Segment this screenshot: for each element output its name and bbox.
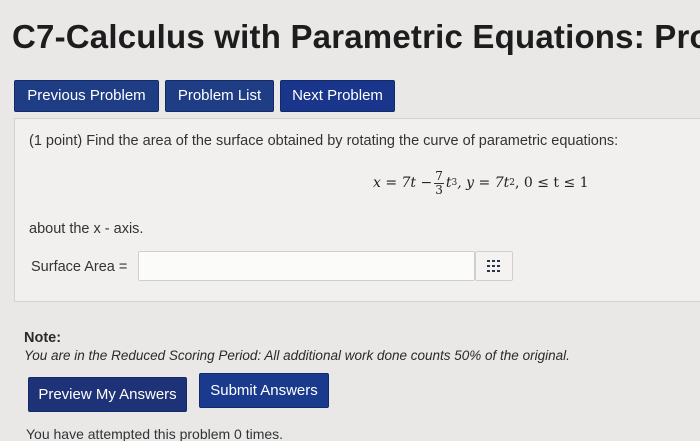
previous-problem-button[interactable]: Previous Problem xyxy=(14,80,159,112)
note-heading: Note: xyxy=(24,330,62,346)
next-problem-button[interactable]: Next Problem xyxy=(280,80,395,112)
fraction-denominator: 3 xyxy=(435,182,443,197)
page-title: C7-Calculus with Parametric Equations: P… xyxy=(12,18,700,55)
preview-answers-button[interactable]: Preview My Answers xyxy=(28,377,187,412)
problem-prompt: (1 point) Find the area of the surface o… xyxy=(29,133,619,149)
submit-answers-button[interactable]: Submit Answers xyxy=(199,373,329,408)
equation-fraction: 7 3 xyxy=(434,168,444,197)
note-body: You are in the Reduced Scoring Period: A… xyxy=(24,348,570,363)
surface-area-input[interactable] xyxy=(138,251,475,281)
equation-range: , 0 ≤ t ≤ 1 xyxy=(514,175,589,191)
problem-navigation: Previous Problem Problem List Next Probl… xyxy=(14,80,395,112)
surface-area-label: Surface Area = xyxy=(31,259,128,275)
problem-list-button[interactable]: Problem List xyxy=(165,80,274,112)
parametric-equation: x = 7t − 7 3 t3 , y = 7t 2 , 0 ≤ t ≤ 1 xyxy=(373,163,589,203)
fraction-numerator: 7 xyxy=(434,168,444,184)
equation-y-part: , y = 7t xyxy=(457,175,510,191)
attempts-count: You have attempted this problem 0 times. xyxy=(26,426,284,441)
grid-icon xyxy=(487,260,500,272)
answer-actions: Preview My Answers Submit Answers xyxy=(28,373,329,412)
equation-x-lhs: x = 7t − xyxy=(373,175,433,191)
rotation-axis-text: about the x - axis. xyxy=(29,221,144,237)
equation-editor-button[interactable] xyxy=(475,251,513,281)
problem-box: (1 point) Find the area of the surface o… xyxy=(14,118,700,302)
